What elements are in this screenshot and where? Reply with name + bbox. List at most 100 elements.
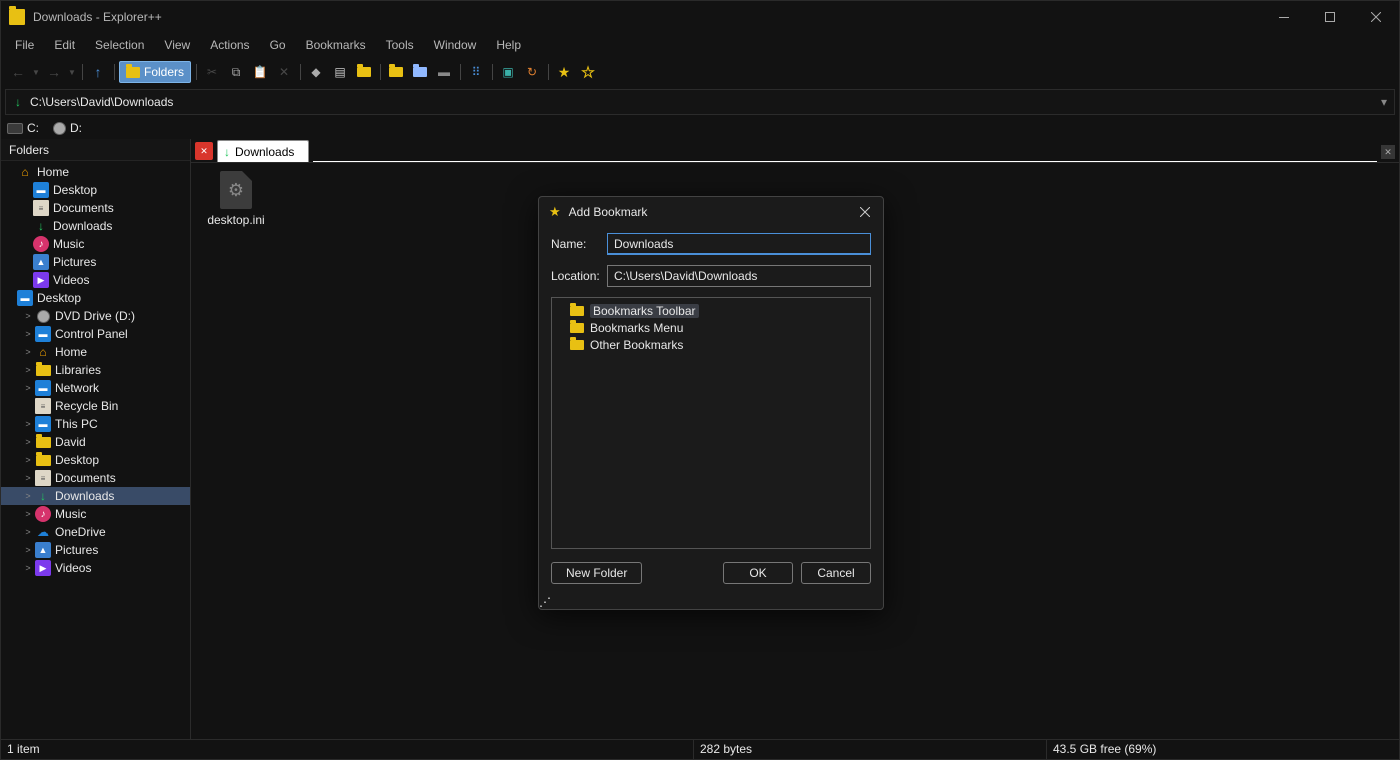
move-to-button[interactable]	[409, 61, 431, 83]
tree-item[interactable]: >▶Videos	[1, 559, 190, 577]
bookmark-folder-tree[interactable]: Bookmarks ToolbarBookmarks MenuOther Boo…	[551, 297, 871, 549]
resize-grip[interactable]: ⋰	[539, 595, 883, 609]
properties-button[interactable]: ▤	[329, 61, 351, 83]
tree-item[interactable]: ▬Desktop	[1, 181, 190, 199]
tree-item[interactable]: >▲Pictures	[1, 541, 190, 559]
menu-view[interactable]: View	[154, 35, 200, 55]
bookmark-folder-item[interactable]: Bookmarks Toolbar	[556, 302, 866, 319]
menu-file[interactable]: File	[5, 35, 44, 55]
tree-item[interactable]: >▬This PC	[1, 415, 190, 433]
undo-button[interactable]: ◆	[305, 61, 327, 83]
cancel-button[interactable]: Cancel	[801, 562, 871, 584]
tree-item[interactable]: >Desktop	[1, 451, 190, 469]
refresh-button[interactable]: ↻	[521, 61, 543, 83]
tree-item[interactable]: >Libraries	[1, 361, 190, 379]
tree-item[interactable]: ▬Desktop	[1, 289, 190, 307]
new-folder-icon[interactable]	[353, 61, 375, 83]
maximize-button[interactable]	[1307, 1, 1353, 33]
tree-item[interactable]: >▬Network	[1, 379, 190, 397]
address-dropdown-button[interactable]: ▾	[1374, 95, 1394, 109]
dialog-close-button[interactable]	[851, 200, 879, 224]
copy-to-button[interactable]	[385, 61, 407, 83]
menu-help[interactable]: Help	[486, 35, 531, 55]
drive-d[interactable]: D:	[53, 121, 82, 135]
menu-bookmarks[interactable]: Bookmarks	[296, 35, 376, 55]
tree-item[interactable]: ≡Documents	[1, 199, 190, 217]
bookmark-folder-item[interactable]: Other Bookmarks	[556, 336, 866, 353]
pictures-icon: ▲	[35, 542, 51, 558]
tree-item[interactable]: >♪Music	[1, 505, 190, 523]
tree-item[interactable]: >▬Control Panel	[1, 325, 190, 343]
folder-icon	[570, 306, 584, 316]
nav-forward-button[interactable]: →	[43, 61, 65, 83]
tree-item[interactable]: >☁OneDrive	[1, 523, 190, 541]
drives-bar: C: D:	[1, 117, 1399, 139]
menu-window[interactable]: Window	[424, 35, 487, 55]
tab-close-button[interactable]: ✕	[1381, 145, 1395, 159]
nav-back-menu[interactable]: ▼	[31, 61, 41, 83]
pictures-icon: ▲	[33, 254, 49, 270]
name-input[interactable]	[607, 233, 871, 255]
tree-item[interactable]: >≡Documents	[1, 469, 190, 487]
status-bar: 1 item 282 bytes 43.5 GB free (69%)	[1, 739, 1399, 759]
menu-actions[interactable]: Actions	[200, 35, 259, 55]
paste-button[interactable]: 📋	[249, 61, 271, 83]
tree-item-label: Desktop	[55, 453, 99, 467]
tab-active[interactable]: ↓ Downloads	[217, 140, 309, 162]
app-window: Downloads - Explorer++ FileEditSelection…	[0, 0, 1400, 760]
tab-empty-area[interactable]	[313, 140, 1377, 162]
drive-c[interactable]: C:	[7, 121, 39, 135]
close-button[interactable]	[1353, 1, 1399, 33]
tree-item[interactable]: ▶Videos	[1, 271, 190, 289]
tree-item[interactable]: >↓Downloads	[1, 487, 190, 505]
bookmark-add-button[interactable]: ★	[553, 61, 575, 83]
view-details-button[interactable]: ▣	[497, 61, 519, 83]
address-bar[interactable]: ↓ C:\Users\David\Downloads ▾	[5, 89, 1395, 115]
tree-item[interactable]: >David	[1, 433, 190, 451]
cut-button[interactable]: ✂	[201, 61, 223, 83]
menu-edit[interactable]: Edit	[44, 35, 85, 55]
nav-fwd-menu[interactable]: ▼	[67, 61, 77, 83]
nav-back-button[interactable]: ←	[7, 61, 29, 83]
terminal-button[interactable]: ▬	[433, 61, 455, 83]
download-icon: ↓	[33, 218, 49, 234]
folder-icon	[35, 434, 51, 450]
tab-label: Downloads	[235, 145, 294, 159]
view-icons-button[interactable]: ⠿	[465, 61, 487, 83]
toolbar: ← ▼ → ▼ ↑ Folders ✂ ⧉ 📋 ✕ ◆ ▤ ▬ ⠿ ▣ ↻ ★ …	[1, 57, 1399, 87]
tree-item[interactable]: >DVD Drive (D:)	[1, 307, 190, 325]
bookmark-folder-item[interactable]: Bookmarks Menu	[556, 319, 866, 336]
pc-icon: ▬	[35, 380, 51, 396]
nav-up-button[interactable]: ↑	[87, 61, 109, 83]
tree-item[interactable]: ↓Downloads	[1, 217, 190, 235]
sidebar: Folders ⌂Home▬Desktop≡Documents↓Download…	[1, 139, 191, 739]
tree-item[interactable]: ≡Recycle Bin	[1, 397, 190, 415]
dialog-titlebar: ★ Add Bookmark	[539, 197, 883, 227]
home-icon: ⌂	[17, 164, 33, 180]
tree-item[interactable]: ▲Pictures	[1, 253, 190, 271]
bookmark-manage-button[interactable]: ★	[577, 61, 599, 83]
tree-item[interactable]: ♪Music	[1, 235, 190, 253]
close-all-tabs-button[interactable]: ✕	[195, 142, 213, 160]
folder-icon	[570, 323, 584, 333]
tree-item-label: Documents	[55, 471, 116, 485]
tree-item[interactable]: >⌂Home	[1, 343, 190, 361]
new-folder-button[interactable]: New Folder	[551, 562, 642, 584]
dvd-icon	[35, 308, 51, 324]
folders-toggle-button[interactable]: Folders	[119, 61, 191, 83]
menu-tools[interactable]: Tools	[376, 35, 424, 55]
star-icon: ★	[549, 204, 561, 220]
delete-button[interactable]: ✕	[273, 61, 295, 83]
status-free: 43.5 GB free (69%)	[1047, 740, 1399, 759]
location-input[interactable]	[607, 265, 871, 287]
ok-button[interactable]: OK	[723, 562, 793, 584]
dialog-title: Add Bookmark	[569, 205, 648, 219]
folder-tree[interactable]: ⌂Home▬Desktop≡Documents↓Downloads♪Music▲…	[1, 161, 190, 739]
menu-go[interactable]: Go	[260, 35, 296, 55]
tree-item[interactable]: ⌂Home	[1, 163, 190, 181]
minimize-button[interactable]	[1261, 1, 1307, 33]
tree-item-label: OneDrive	[55, 525, 106, 539]
menu-selection[interactable]: Selection	[85, 35, 154, 55]
copy-button[interactable]: ⧉	[225, 61, 247, 83]
file-item[interactable]: ⚙desktop.ini	[199, 171, 273, 227]
